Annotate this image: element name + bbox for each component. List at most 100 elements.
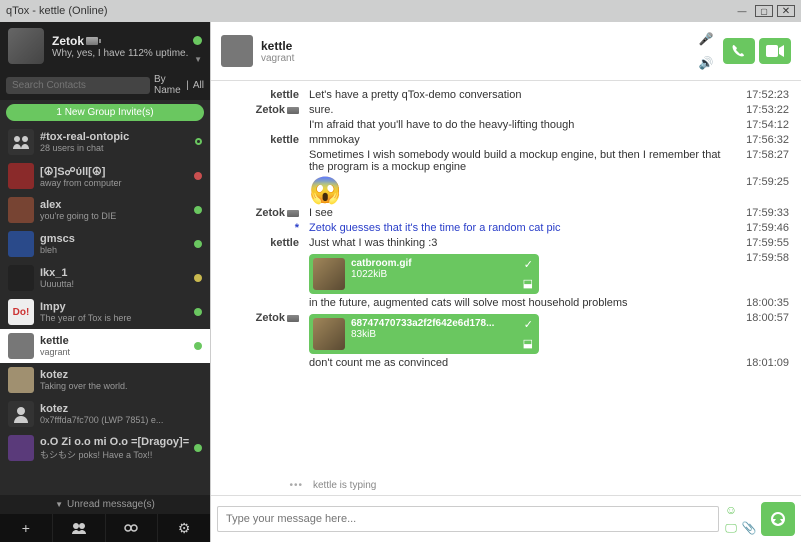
status-dot xyxy=(194,172,202,180)
contact-item[interactable]: kotez0x7fffda7fc700 (LWP 7851) e... xyxy=(0,397,210,431)
message-body: I'm afraid that you'll have to do the he… xyxy=(309,119,734,131)
contact-avatar xyxy=(8,129,34,155)
filter-all[interactable]: All xyxy=(193,80,204,91)
chat-avatar[interactable] xyxy=(221,35,253,67)
message-row: I'm afraid that you'll have to do the he… xyxy=(219,119,789,131)
file-name: catbroom.gif xyxy=(351,258,412,269)
contact-name: [☮]S☍ύll[☮] xyxy=(40,165,122,178)
contact-name: gmscs xyxy=(40,233,75,245)
message-author: Zetok xyxy=(219,207,309,219)
self-status: Why, yes, I have 112% uptime. xyxy=(52,48,188,59)
status-dot xyxy=(194,274,202,282)
transfer-icon xyxy=(124,521,138,535)
self-name: Zetok xyxy=(52,34,84,48)
volume-icon[interactable]: 🔊 xyxy=(693,52,719,74)
message-time: 17:54:12 xyxy=(734,119,789,131)
message-body: I see xyxy=(309,207,734,219)
contact-name: kotez xyxy=(40,369,128,381)
save-icon[interactable]: ⬓ xyxy=(523,277,533,290)
unread-bar[interactable]: Unread message(s) xyxy=(0,495,210,514)
message-body: Just what I was thinking :3 xyxy=(309,237,734,249)
file-name: 68747470733a2f2f642e6d178... xyxy=(351,318,494,329)
contact-item[interactable]: o.O Zi o.o mi O.o =[Dragoy]=もシもシ poks! H… xyxy=(0,431,210,465)
contact-item[interactable]: alexyou're going to DIE xyxy=(0,193,210,227)
save-icon[interactable]: ⬓ xyxy=(523,337,533,350)
message-row: in the future, augmented cats will solve… xyxy=(219,297,789,309)
contact-name: kotez xyxy=(40,403,163,415)
status-dot xyxy=(194,342,202,350)
file-attachment[interactable]: 68747470733a2f2f642e6d178...83kiB✓⬓ xyxy=(309,314,539,354)
message-body: Let's have a pretty qTox-demo conversati… xyxy=(309,89,734,101)
message-author: Zetok xyxy=(219,104,309,116)
message-time: 17:52:23 xyxy=(734,89,789,101)
message-time: 17:59:33 xyxy=(734,207,789,219)
status-dot xyxy=(194,308,202,316)
file-thumbnail xyxy=(313,318,345,350)
typing-dots-icon: ••• xyxy=(223,480,313,491)
message-author: kettle xyxy=(219,237,309,249)
mic-icon[interactable]: 🎤 xyxy=(693,28,719,50)
contact-avatar xyxy=(8,197,34,223)
transfers-button[interactable] xyxy=(106,514,159,542)
search-input[interactable] xyxy=(6,77,150,94)
send-button[interactable] xyxy=(761,502,795,536)
file-thumbnail xyxy=(313,258,345,290)
self-status-dot[interactable] xyxy=(193,36,202,45)
add-friend-button[interactable]: + xyxy=(0,514,53,542)
group-invite-bar[interactable]: 1 New Group Invite(s) xyxy=(6,104,204,121)
window-maximize-button[interactable] xyxy=(755,5,773,17)
message-body: don't count me as convinced xyxy=(309,357,734,369)
self-avatar[interactable] xyxy=(8,28,44,64)
emoji-button[interactable]: ☺ xyxy=(723,502,739,518)
message-body: Sometimes I wish somebody would build a … xyxy=(309,149,734,173)
contact-item[interactable]: [☮]S☍ύll[☮]away from computer xyxy=(0,159,210,193)
message-body: Zetok guesses that it's the time for a r… xyxy=(309,222,734,234)
window-title: qTox - kettle (Online) xyxy=(6,5,107,17)
attach-button[interactable]: 📎 xyxy=(741,520,757,536)
settings-button[interactable]: ⚙ xyxy=(158,514,210,542)
message-time: 17:59:58 xyxy=(734,252,789,264)
status-dot xyxy=(194,444,202,452)
message-row: don't count me as convinced18:01:09 xyxy=(219,357,789,369)
contact-item[interactable]: Do!ImpyThe year of Tox is here xyxy=(0,295,210,329)
filter-by-name[interactable]: By Name xyxy=(154,74,182,96)
message-input[interactable] xyxy=(217,506,719,532)
contact-item[interactable]: #tox-real-ontopic28 users in chat xyxy=(0,125,210,159)
message-time: 17:59:25 xyxy=(734,176,789,188)
self-profile[interactable]: Zetok Why, yes, I have 112% uptime. ▼ xyxy=(0,22,210,70)
message-time: 17:58:27 xyxy=(734,149,789,161)
contact-name: o.O Zi o.o mi O.o =[Dragoy]= xyxy=(40,436,189,448)
message-body: in the future, augmented cats will solve… xyxy=(309,297,734,309)
file-attachment[interactable]: catbroom.gif1022kiB✓⬓ xyxy=(309,254,539,294)
chat-log[interactable]: kettleLet's have a pretty qTox-demo conv… xyxy=(211,81,801,476)
status-dot xyxy=(194,240,202,248)
contact-item[interactable]: gmscsbleh xyxy=(0,227,210,261)
contact-item[interactable]: kotezTaking over the world. xyxy=(0,363,210,397)
contact-name: Ikx_1 xyxy=(40,267,74,279)
chevron-down-icon[interactable]: ▼ xyxy=(194,55,202,64)
window-close-button[interactable] xyxy=(777,5,795,17)
message-row: Zetok68747470733a2f2f642e6d178...83kiB✓⬓… xyxy=(219,312,789,354)
contact-avatar xyxy=(8,333,34,359)
window-minimize-button[interactable] xyxy=(733,5,751,17)
message-row: catbroom.gif1022kiB✓⬓ 17:59:58 xyxy=(219,252,789,294)
message-body: mmmokay xyxy=(309,134,734,146)
send-icon xyxy=(770,511,786,527)
chat-title: kettle xyxy=(261,39,294,53)
video-icon xyxy=(766,45,784,57)
file-size: 1022kiB xyxy=(351,269,412,280)
new-group-button[interactable] xyxy=(53,514,106,542)
chat-header: kettle vagrant 🎤 🔊 xyxy=(211,22,801,81)
message-row: Zetoksure.17:53:22 xyxy=(219,104,789,116)
video-button[interactable] xyxy=(759,38,791,64)
contact-item[interactable]: kettlevagrant xyxy=(0,329,210,363)
call-button[interactable] xyxy=(723,38,755,64)
contact-list[interactable]: #tox-real-ontopic28 users in chat[☮]S☍ύl… xyxy=(0,125,210,495)
contact-item[interactable]: Ikx_1Uuuutta! xyxy=(0,261,210,295)
message-row: kettlemmmokay17:56:32 xyxy=(219,134,789,146)
message-author: kettle xyxy=(219,89,309,101)
screenshot-button[interactable]: 🖵 xyxy=(723,520,739,536)
message-author: * xyxy=(219,222,309,234)
status-dot xyxy=(194,206,202,214)
contact-name: #tox-real-ontopic xyxy=(40,131,129,143)
